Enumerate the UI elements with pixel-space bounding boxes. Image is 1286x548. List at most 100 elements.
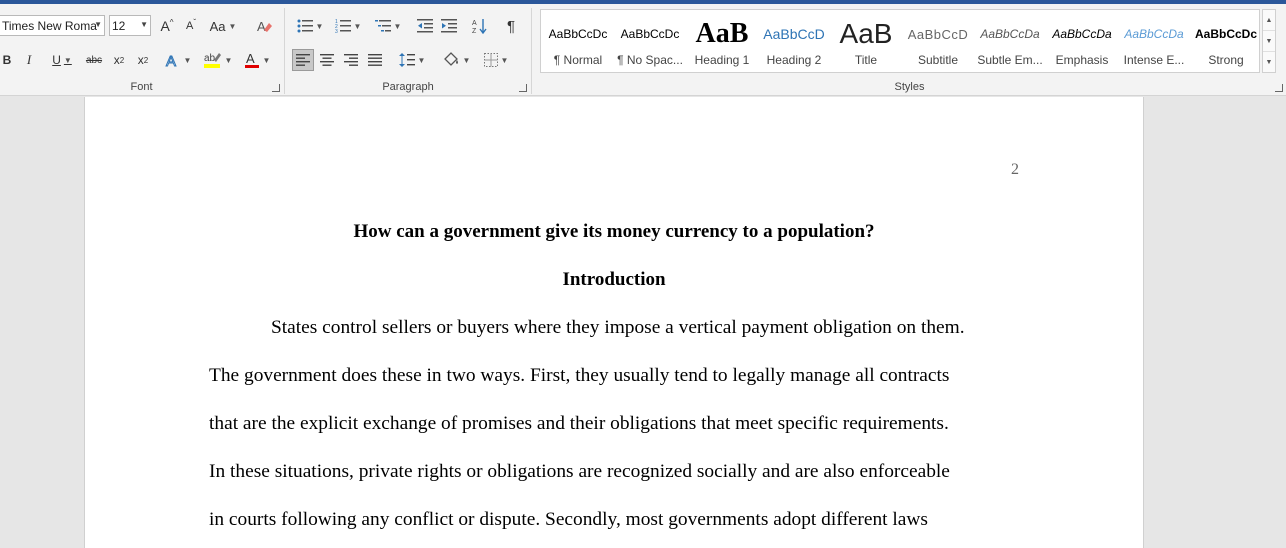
style-emphasis[interactable]: AaBbCcDa Emphasis: [1046, 10, 1118, 72]
font-size-value: 12: [112, 18, 126, 33]
font-color-button[interactable]: A ▼: [240, 49, 274, 71]
svg-text:Z: Z: [472, 28, 477, 34]
font-name-combo[interactable]: Times New Roma ▼: [0, 15, 105, 36]
scroll-down-icon[interactable]: ▼: [1263, 31, 1275, 52]
style-name: ¶ No Spac...: [617, 53, 683, 67]
styles-gallery-scroll: ▲ ▼ ▼: [1262, 9, 1276, 73]
style-name: Heading 1: [694, 53, 750, 67]
increase-indent-button[interactable]: [438, 15, 460, 37]
body-line: In these situations, private rights or o…: [209, 461, 950, 482]
text-effects-button[interactable]: A ▼: [162, 49, 194, 71]
bold-button[interactable]: B: [0, 49, 16, 71]
font-group-label: Font: [130, 81, 153, 93]
svg-text:A: A: [166, 53, 176, 68]
style-sample: AaBbCcD: [907, 26, 969, 42]
highlight-color-button[interactable]: ab ▼: [199, 49, 235, 71]
clear-formatting-button[interactable]: A: [254, 15, 276, 37]
grow-font-button[interactable]: A ^: [156, 15, 178, 37]
svg-text:3: 3: [335, 29, 338, 33]
chevron-down-icon: ▼: [353, 21, 362, 31]
align-center-icon: [320, 54, 334, 66]
style-name: ¶ Normal: [553, 53, 603, 67]
style-name: Intense E...: [1123, 53, 1185, 67]
align-right-button[interactable]: [340, 49, 362, 71]
italic-button[interactable]: I: [20, 49, 38, 71]
highlighter-icon: ab: [203, 53, 221, 68]
chevron-down-icon: ▼: [140, 20, 148, 29]
chevron-down-icon: ▼: [462, 55, 471, 65]
svg-text:A: A: [472, 20, 477, 27]
subscript-suffix: 2: [119, 55, 125, 65]
sort-button[interactable]: AZ: [469, 15, 491, 37]
line-spacing-button[interactable]: ▼: [394, 49, 430, 71]
text-effects-icon: A: [165, 53, 176, 69]
chevron-down-icon: ▼: [417, 55, 426, 65]
font-dialog-launcher-icon[interactable]: [272, 84, 280, 92]
style-no-spacing[interactable]: AaBbCcDc ¶ No Spac...: [614, 10, 686, 72]
shrink-font-icon: ˇ: [193, 17, 196, 27]
style-subtle-emphasis[interactable]: AaBbCcDa Subtle Em...: [974, 10, 1046, 72]
multilevel-list-button[interactable]: ▼: [370, 15, 406, 37]
style-sample: AaBbCcD: [763, 26, 825, 42]
styles-gallery: AaBbCcDc ¶ Normal AaBbCcDc ¶ No Spac... …: [540, 9, 1260, 73]
scroll-up-icon[interactable]: ▲: [1263, 10, 1275, 31]
align-right-icon: [344, 54, 358, 66]
clear-formatting-icon: A: [257, 19, 272, 34]
section-heading: Introduction: [562, 269, 666, 290]
line-spacing-icon: [398, 53, 415, 67]
style-sample: AaBbCcDa: [1124, 27, 1184, 41]
align-left-button[interactable]: [292, 49, 314, 71]
group-divider: [284, 8, 285, 94]
style-name: Title: [854, 53, 878, 67]
pilcrow-icon: ¶: [506, 17, 516, 35]
more-styles-icon[interactable]: ▼: [1263, 52, 1275, 73]
svg-text:A: A: [257, 19, 266, 34]
align-left-icon: [296, 54, 310, 66]
shading-button[interactable]: ▼: [438, 49, 474, 71]
style-name: Emphasis: [1055, 53, 1109, 67]
style-title[interactable]: AaB Title: [830, 10, 902, 72]
subscript-button[interactable]: x2: [108, 49, 130, 71]
style-intense-emphasis[interactable]: AaBbCcDa Intense E...: [1118, 10, 1190, 72]
numbered-list-icon: 1 2 3: [335, 19, 351, 33]
change-case-label: Aa: [209, 18, 226, 34]
font-size-combo[interactable]: 12 ▼: [109, 15, 151, 36]
page-number: 2: [1011, 161, 1019, 178]
style-sample: AaB: [839, 18, 893, 49]
italic-label: I: [26, 52, 32, 67]
chevron-down-icon: ▼: [224, 55, 233, 65]
chevron-down-icon: ▼: [183, 55, 192, 65]
style-heading-1[interactable]: AaB Heading 1: [686, 10, 758, 72]
bold-label: B: [2, 53, 12, 67]
shrink-font-button[interactable]: Aˇ: [180, 15, 202, 37]
svg-text:A: A: [246, 51, 255, 66]
strikethrough-button[interactable]: abc: [83, 49, 105, 71]
bullets-button[interactable]: ▼: [292, 15, 328, 37]
justify-icon: [368, 54, 382, 66]
change-case-button[interactable]: Aa ▼: [207, 15, 239, 37]
paragraph-dialog-launcher-icon[interactable]: [519, 84, 527, 92]
borders-button[interactable]: ▼: [478, 49, 514, 71]
show-formatting-button[interactable]: ¶: [500, 15, 522, 37]
chevron-down-icon: ▼: [262, 55, 271, 65]
style-subtitle[interactable]: AaBbCcD Subtitle: [902, 10, 974, 72]
superscript-button[interactable]: x2: [132, 49, 154, 71]
body-line: in courts following any conflict or disp…: [209, 509, 928, 530]
numbering-button[interactable]: 1 2 3 ▼: [330, 15, 366, 37]
svg-text:ab: ab: [204, 53, 216, 64]
superscript-suffix: 2: [143, 55, 149, 65]
style-heading-2[interactable]: AaBbCcD Heading 2: [758, 10, 830, 72]
document-page[interactable]: 2 How can a government give its money cu…: [84, 97, 1144, 548]
align-center-button[interactable]: [316, 49, 338, 71]
style-normal[interactable]: AaBbCcDc ¶ Normal: [542, 10, 614, 72]
style-sample: AaBbCcDc: [620, 27, 680, 41]
font-name-value: Times New Roma: [2, 18, 97, 33]
justify-button[interactable]: [364, 49, 386, 71]
chevron-down-icon: ▼: [315, 21, 324, 31]
style-strong[interactable]: AaBbCcDc Strong: [1190, 10, 1262, 72]
styles-dialog-launcher-icon[interactable]: [1275, 84, 1283, 92]
body-line: that are the explicit exchange of promis…: [209, 413, 949, 434]
underline-button[interactable]: U ▼: [44, 49, 80, 71]
decrease-indent-button[interactable]: [414, 15, 436, 37]
grow-font-label: A: [160, 18, 170, 34]
